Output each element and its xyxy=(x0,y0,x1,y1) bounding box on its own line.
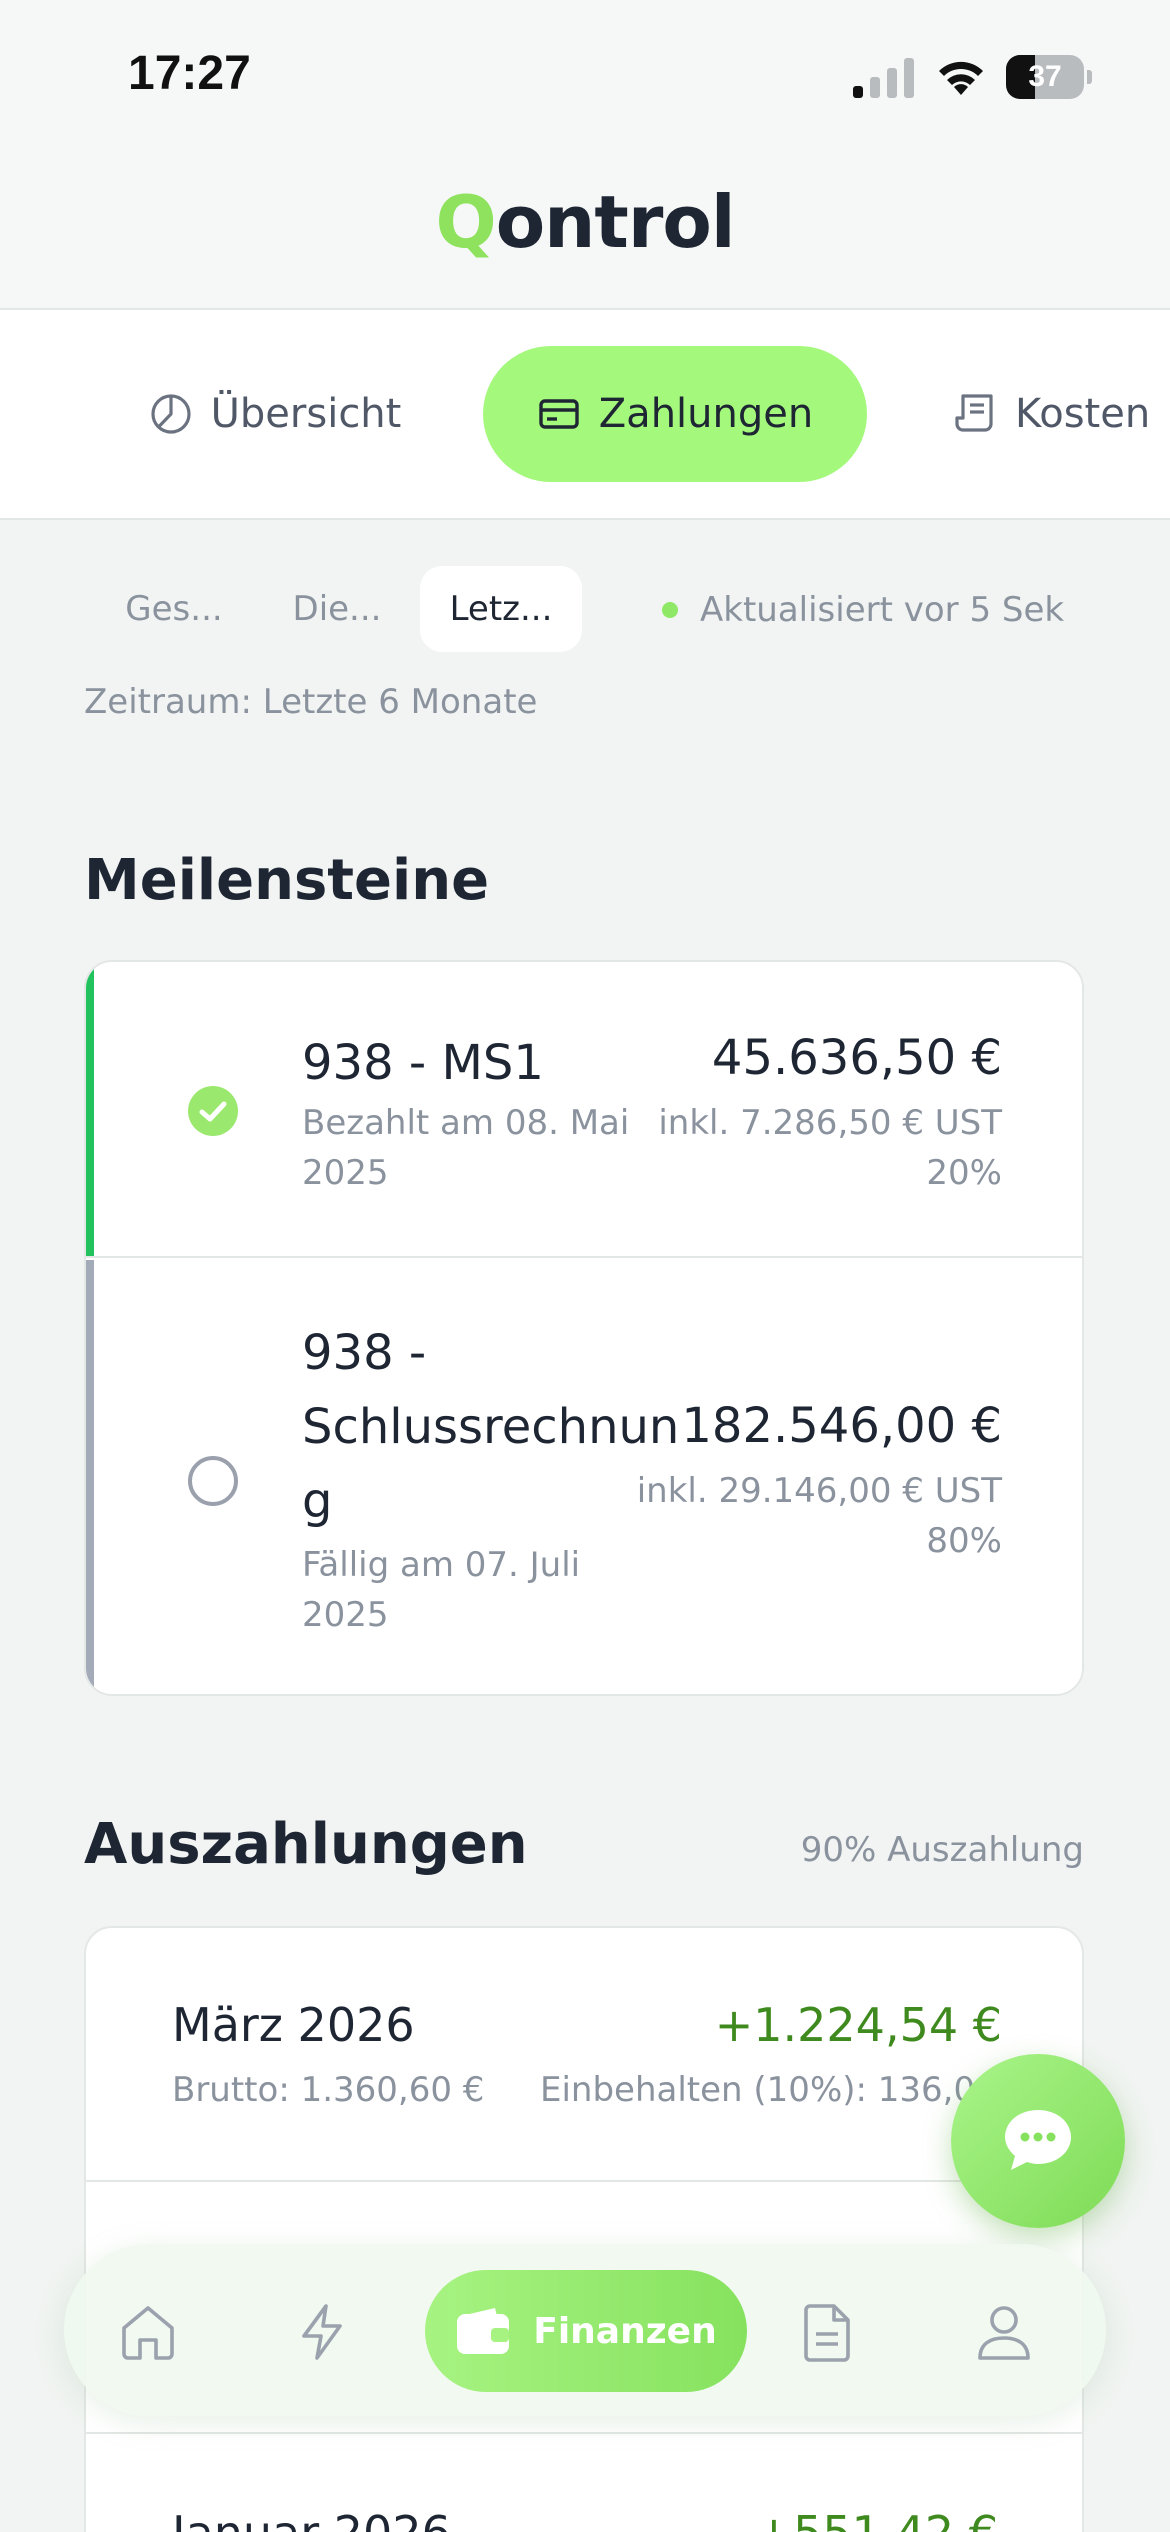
milestone-date: Bezahlt am 08. Mai xyxy=(302,1103,630,1143)
card-icon xyxy=(539,399,579,429)
tab-bar: Übersicht Zahlungen Kosten xyxy=(0,310,1170,520)
milestone-name: 938 - MS1 xyxy=(302,1035,544,1091)
update-status: Aktualisiert vor 5 Sek xyxy=(662,588,1064,632)
home-icon[interactable] xyxy=(116,2300,180,2364)
tab-overview-label: Übersicht xyxy=(210,391,402,437)
payout-month: Januar 2026 xyxy=(172,2506,451,2532)
payout-rate-note: 90% Auszahlung xyxy=(800,1830,1084,1870)
milestone-row[interactable]: 938 - Schlussrechnun g Fällig am 07. Jul… xyxy=(86,1260,1082,1694)
payouts-title: Auszahlungen xyxy=(84,1812,528,1877)
milestone-share: 80% xyxy=(926,1521,1002,1561)
milestone-share: 20% xyxy=(926,1153,1002,1193)
milestone-tax: inkl. 7.286,50 € UST xyxy=(658,1103,1002,1143)
filter-segment-total[interactable]: Ges... xyxy=(112,566,236,652)
tab-payments-label: Zahlungen xyxy=(598,391,814,437)
payouts-card: März 2026 +1.224,54 € Brutto: 1.360,60 €… xyxy=(84,1926,1084,2532)
payout-withheld: Einbehalten (10%): 136,06 € xyxy=(540,2070,1030,2110)
bolt-icon[interactable] xyxy=(290,2300,354,2364)
milestone-date-year: 2025 xyxy=(302,1595,389,1635)
status-bar: 17:27 37 xyxy=(0,0,1170,150)
milestone-name-cont: Schlussrechnun xyxy=(302,1399,680,1455)
milestone-status-bar xyxy=(86,1260,94,1694)
user-icon[interactable] xyxy=(972,2300,1036,2364)
wallet-icon xyxy=(457,2308,510,2354)
filter-segment-this[interactable]: Die... xyxy=(280,566,394,652)
signal-icon xyxy=(853,58,914,98)
milestone-name: 938 - xyxy=(302,1325,427,1381)
nav-finances-label: Finanzen xyxy=(533,2310,717,2352)
milestone-amount: 182.546,00 € xyxy=(681,1398,1002,1454)
status-time: 17:27 xyxy=(128,47,251,100)
bottom-nav: Finanzen xyxy=(64,2244,1106,2416)
app-header: Qontrol xyxy=(0,150,1170,310)
tab-overview[interactable]: Übersicht xyxy=(130,346,420,482)
live-dot-icon xyxy=(662,602,678,618)
check-circle-icon xyxy=(188,1086,238,1136)
filter-segment-last[interactable]: Letz... xyxy=(420,566,582,652)
milestones-title: Meilensteine xyxy=(84,848,490,913)
battery-icon: 37 xyxy=(1006,55,1092,99)
chat-bubble-icon xyxy=(1005,2110,1071,2170)
app-logo: Qontrol xyxy=(435,180,735,264)
milestone-date: Fällig am 07. Juli xyxy=(302,1545,581,1585)
milestone-row[interactable]: 938 - MS1 Bezahlt am 08. Mai 2025 45.636… xyxy=(86,962,1082,1258)
pie-chart-icon xyxy=(151,394,191,434)
milestone-tax: inkl. 29.146,00 € UST xyxy=(636,1471,1002,1511)
empty-circle-icon xyxy=(188,1456,238,1506)
period-label: Zeitraum: Letzte 6 Monate xyxy=(84,682,538,722)
tab-costs-label: Kosten xyxy=(1015,391,1151,437)
nav-finances[interactable]: Finanzen xyxy=(425,2270,747,2392)
payout-gross: Brutto: 1.360,60 € xyxy=(172,2070,485,2110)
chat-button[interactable] xyxy=(951,2054,1125,2228)
milestone-date-year: 2025 xyxy=(302,1153,389,1193)
milestone-name-cont: g xyxy=(302,1473,333,1529)
milestone-amount: 45.636,50 € xyxy=(711,1030,1002,1086)
milestones-card: 938 - MS1 Bezahlt am 08. Mai 2025 45.636… xyxy=(84,960,1084,1696)
update-status-text: Aktualisiert vor 5 Sek xyxy=(700,590,1065,630)
milestone-status-bar xyxy=(86,962,94,1256)
battery-level: 37 xyxy=(1028,60,1062,93)
payout-amount: +1.224,54 € xyxy=(714,1998,1002,2052)
payout-amount: +551,42 € xyxy=(755,2506,998,2532)
tab-costs[interactable]: Kosten xyxy=(940,346,1170,482)
document-icon[interactable] xyxy=(796,2300,860,2364)
payout-month: März 2026 xyxy=(172,1998,415,2052)
payout-row[interactable]: März 2026 +1.224,54 € Brutto: 1.360,60 €… xyxy=(86,1928,1082,2182)
tab-payments[interactable]: Zahlungen xyxy=(483,346,867,482)
receipt-icon xyxy=(955,394,993,432)
wifi-icon xyxy=(939,61,983,95)
